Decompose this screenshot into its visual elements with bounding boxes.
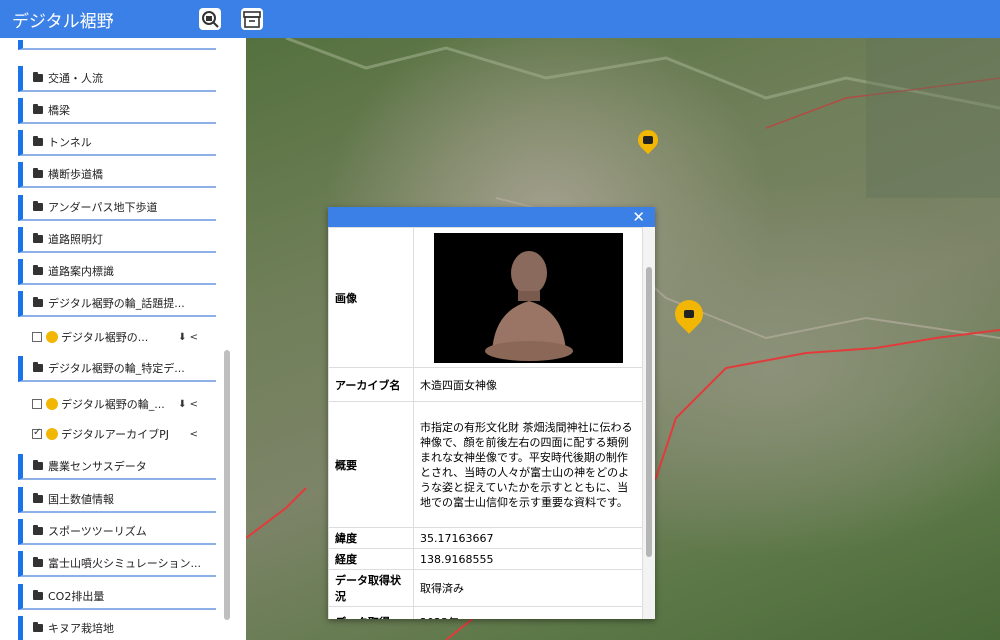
folder-icon: [33, 297, 43, 307]
app-title: デジタル裾野: [12, 11, 114, 32]
top-bar: デジタル裾野: [0, 0, 1000, 38]
table-row: 概要 市指定の有形文化財 茶畑浅間神社に伝わる神像で、顔を前後左右の四面に配する…: [328, 401, 643, 528]
layer-item-partial[interactable]: [18, 40, 216, 50]
scrollbar-thumb[interactable]: [646, 267, 652, 557]
table-row: データ取得状況 取得済み: [328, 569, 643, 607]
popup-body: 画像 アーカイブ名 木造四面女神像 概要 市指定の有形文化財 茶畑浅間神社に伝わ…: [328, 227, 643, 619]
sub-layer-item[interactable]: デジタルアーカイブPJ <: [32, 422, 216, 446]
layer-item[interactable]: デジタル裾野の輪_話題提...: [18, 291, 216, 317]
folder-icon: [33, 233, 43, 243]
folder-icon: [33, 493, 43, 503]
folder-icon: [33, 168, 43, 178]
folder-icon: [33, 557, 43, 567]
folder-icon: [33, 460, 43, 470]
search-building-icon[interactable]: [196, 5, 224, 33]
layer-item[interactable]: キヌア栽培地: [18, 616, 216, 640]
folder-icon: [33, 622, 43, 632]
layer-item[interactable]: スポーツツーリズム: [18, 519, 216, 545]
layer-item[interactable]: 横断歩道橋: [18, 162, 216, 188]
download-share-icons[interactable]: ⬇ <: [178, 399, 198, 410]
folder-icon: [33, 362, 43, 372]
share-icon[interactable]: <: [190, 429, 198, 440]
folder-icon: [33, 104, 43, 114]
popup-scrollbar[interactable]: [643, 227, 655, 619]
layer-checkbox[interactable]: [32, 332, 42, 342]
table-row: アーカイブ名 木造四面女神像: [328, 367, 643, 402]
popup-header: ✕: [328, 207, 655, 227]
layer-checkbox[interactable]: [32, 399, 42, 409]
folder-icon: [33, 136, 43, 146]
archive-box-icon[interactable]: [238, 5, 266, 33]
layer-sidebar: 交通・人流 橋梁 トンネル 横断歩道橋 アンダーパス地下歩道 道路照明灯 道路案…: [0, 38, 246, 640]
table-row: 画像: [328, 227, 643, 368]
folder-icon: [33, 525, 43, 535]
layer-item[interactable]: 国土数値情報: [18, 487, 216, 513]
download-share-icons[interactable]: ⬇ <: [178, 332, 198, 343]
layer-item[interactable]: トンネル: [18, 130, 216, 156]
table-row: 経度 138.9168555: [328, 548, 643, 570]
sub-layer-item[interactable]: デジタル裾野の... ⬇ <: [32, 325, 216, 349]
layer-item[interactable]: 農業センサスデータ: [18, 454, 216, 480]
camera-badge-icon: [46, 398, 58, 410]
layer-item[interactable]: デジタル裾野の輪_特定デ...: [18, 356, 216, 382]
layer-item[interactable]: 道路照明灯: [18, 227, 216, 253]
close-icon[interactable]: ✕: [632, 207, 645, 227]
statue-photo: [433, 232, 623, 363]
folder-icon: [33, 590, 43, 600]
folder-icon: [33, 72, 43, 82]
layer-item[interactable]: 富士山噴火シミュレーション...: [18, 551, 216, 577]
sub-layer-item[interactable]: デジタル裾野の輪_... ⬇ <: [32, 392, 216, 416]
layer-item[interactable]: 交通・人流: [18, 66, 216, 92]
layer-checkbox[interactable]: [32, 427, 42, 439]
attr-image-cell: [413, 227, 643, 368]
folder-icon: [33, 265, 43, 275]
scrollbar-thumb[interactable]: [224, 350, 230, 620]
sidebar-scrollbar[interactable]: [222, 50, 232, 636]
table-row: 緯度 35.17163667: [328, 527, 643, 549]
layer-item[interactable]: アンダーパス地下歩道: [18, 195, 216, 221]
layer-item[interactable]: CO2排出量: [18, 584, 216, 610]
camera-badge-icon: [46, 428, 58, 440]
layer-item[interactable]: 橋梁: [18, 98, 216, 124]
layer-item[interactable]: 道路案内標識: [18, 259, 216, 285]
folder-icon: [33, 201, 43, 211]
attr-key: 画像: [328, 227, 414, 368]
feature-popup: ✕ 画像 アーカイブ名 木造四面女神像 概要 市指定の有形文化財 茶畑浅間神社に…: [328, 207, 655, 619]
table-row: データ取得 2023年: [328, 606, 643, 619]
attribute-table: 画像 アーカイブ名 木造四面女神像 概要 市指定の有形文化財 茶畑浅間神社に伝わ…: [328, 227, 643, 619]
camera-badge-icon: [46, 331, 58, 343]
